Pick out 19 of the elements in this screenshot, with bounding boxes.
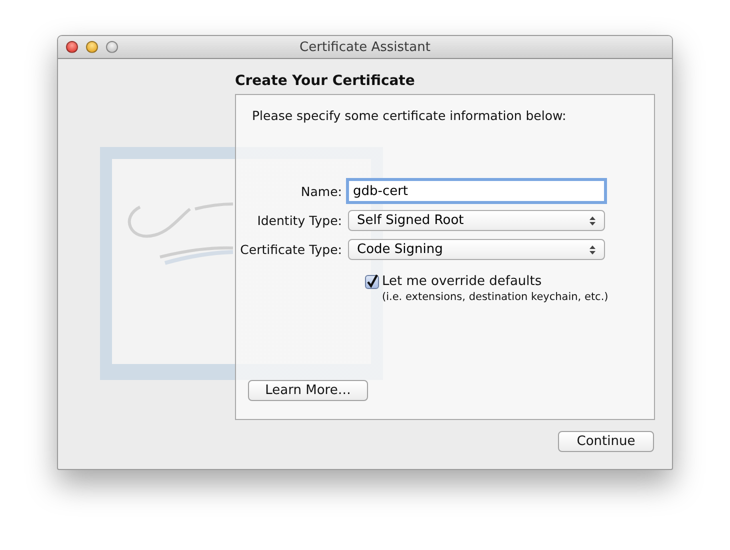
zoom-button[interactable] xyxy=(106,41,118,53)
stepper-icon xyxy=(589,216,596,226)
popup-menu[interactable]: Self Signed Root xyxy=(348,210,605,231)
override-checkbox[interactable] xyxy=(365,275,379,289)
popup-menu[interactable]: Code Signing xyxy=(348,239,605,260)
field-label: Name: xyxy=(300,184,342,198)
window-title: Certificate Assistant xyxy=(300,40,430,54)
field-label: Certificate Type: xyxy=(240,242,342,257)
checkbox-label: Let me override defaults xyxy=(382,274,543,289)
continue-button[interactable]: Continue xyxy=(558,431,654,452)
name-field[interactable]: gdb-cert xyxy=(348,180,605,202)
close-button[interactable] xyxy=(66,41,78,53)
learn-more-button[interactable]: Learn More… xyxy=(248,380,368,401)
checkbox-note: (i.e. extensions, destination keychain, etc.) xyxy=(382,291,608,303)
instruction-text: Please specify some certificate information below: xyxy=(252,108,566,123)
stepper-icon xyxy=(589,244,596,254)
page-heading: Create Your Certificate xyxy=(235,73,415,89)
field-label: Identity Type: xyxy=(257,213,342,228)
minimize-button[interactable] xyxy=(86,41,98,53)
